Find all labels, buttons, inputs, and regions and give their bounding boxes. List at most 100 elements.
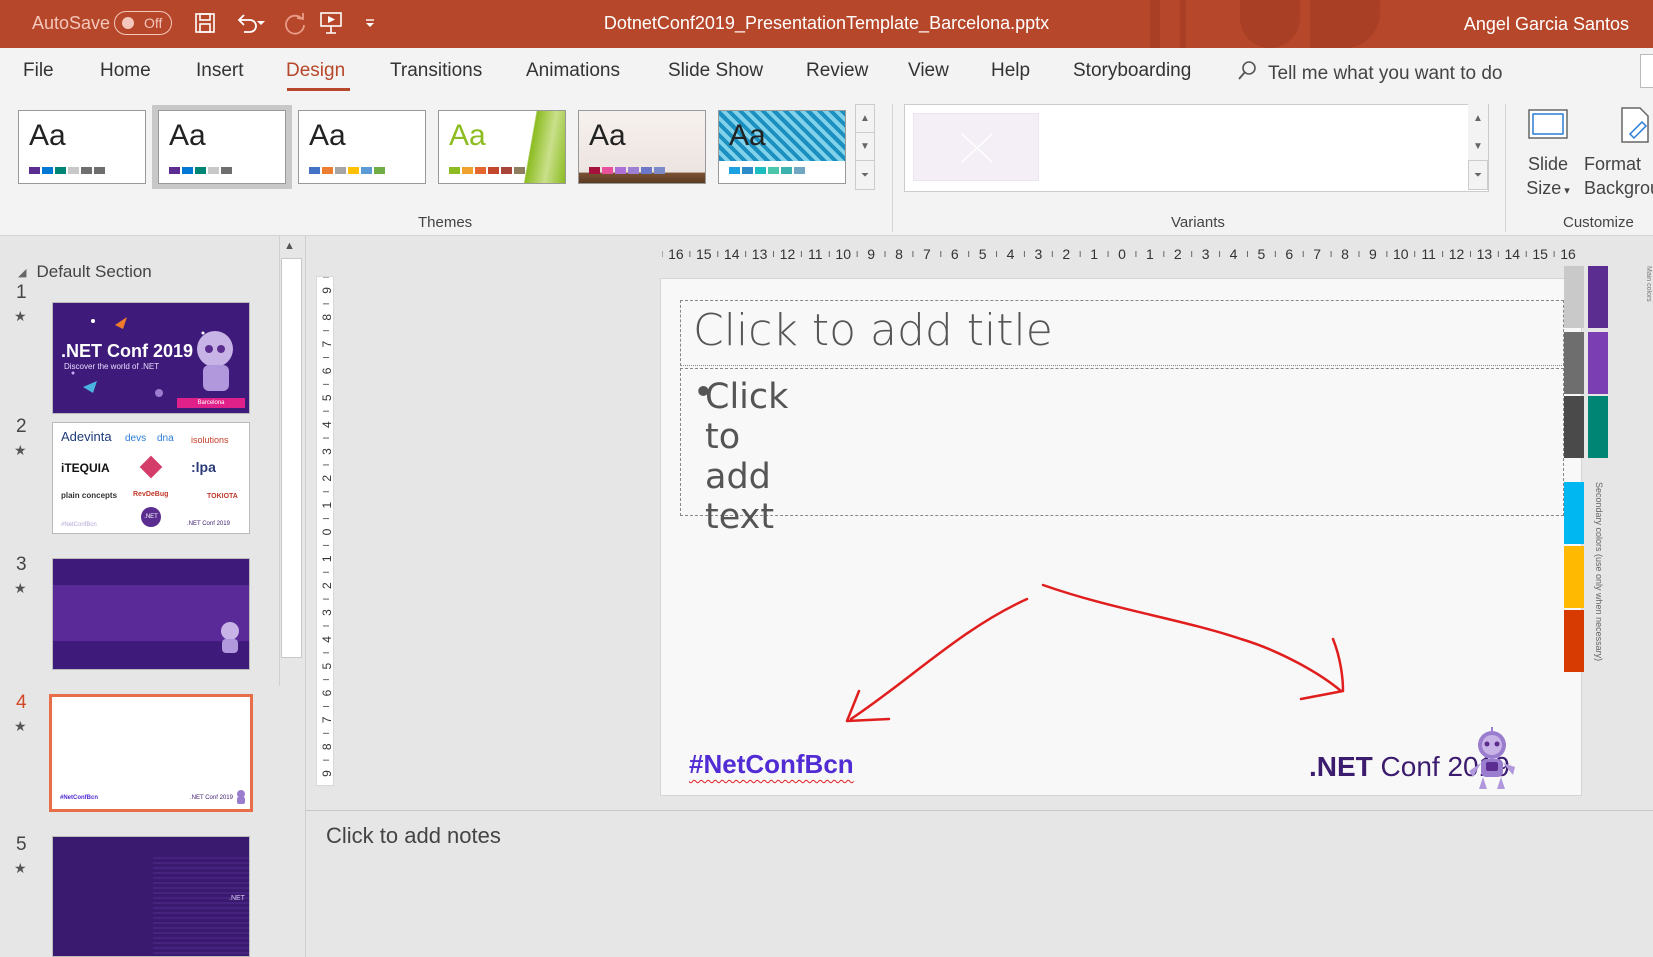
palette-swatch	[1564, 266, 1584, 328]
notes-pane[interactable]: Click to add notes	[305, 810, 1653, 957]
ruler-tick-label: 12	[780, 246, 796, 262]
palette-swatch	[1588, 266, 1608, 328]
collapse-triangle-icon: ◢	[18, 266, 27, 279]
theme-colors	[449, 167, 525, 174]
tab-view[interactable]: View	[908, 60, 949, 82]
slide-number: 2	[16, 416, 27, 437]
theme-sample-text: Aa	[449, 119, 486, 152]
slide-thumbnail-4[interactable]: #NetConfBcn .NET Conf 2019	[50, 695, 252, 811]
active-tab-indicator	[287, 88, 350, 91]
ruler-tick-label: 3	[1202, 246, 1210, 262]
themes-more-button[interactable]: ⏷	[855, 160, 875, 190]
animation-star-icon: ★	[14, 442, 27, 458]
logo-lpa: :lpa	[191, 459, 216, 475]
ruler-tick-label: 8	[320, 743, 334, 750]
slide-size-label-1: Slide	[1527, 154, 1569, 174]
ribbon-tabs: File Home Insert Design Transitions Anim…	[0, 48, 1653, 100]
tell-me-search[interactable]: Tell me what you want to do	[1236, 60, 1502, 88]
current-slide[interactable]: Click to add title • Click to add text #…	[660, 278, 1582, 796]
thumb-badge: Barcelona	[177, 398, 245, 408]
ruler-tick-label: 7	[320, 716, 334, 723]
tab-animations[interactable]: Animations	[526, 60, 620, 82]
tab-storyboarding[interactable]: Storyboarding	[1073, 60, 1191, 82]
user-name[interactable]: Angel Garcia Santos	[1464, 14, 1629, 35]
theme-tile-1[interactable]: Aa	[18, 110, 146, 184]
vertical-ruler: 9 8 7 6 5 4 3 2 1 0 1 2 3 4 5 6 7 8 9	[316, 276, 334, 786]
slide-thumbnail-2[interactable]: Adevinta devs dna isolutions iTEQUIA :lp…	[52, 422, 250, 534]
group-separator	[1505, 104, 1506, 232]
theme-colors	[729, 167, 805, 174]
ruler-tick-label: 1	[320, 555, 334, 562]
themes-scroll-down[interactable]: ▼	[855, 132, 875, 161]
section-header[interactable]: ◢ Default Section	[18, 262, 152, 282]
tab-help[interactable]: Help	[991, 60, 1030, 82]
ruler-tick-label: 5	[320, 394, 334, 401]
tab-home[interactable]: Home	[100, 60, 151, 82]
slide-thumbnail-5[interactable]: .NET	[52, 836, 250, 957]
ruler-tick-label: 4	[320, 421, 334, 428]
thumbnail-scrollbar[interactable]: ▲	[279, 236, 303, 686]
ruler-tick-label: 13	[1477, 246, 1493, 262]
tab-design[interactable]: Design	[286, 60, 345, 82]
tab-file[interactable]: File	[23, 60, 54, 82]
ruler-tick-label: 7	[320, 340, 334, 347]
tab-transitions[interactable]: Transitions	[390, 60, 482, 82]
themes-scroll-up[interactable]: ▲	[855, 104, 875, 133]
ruler-tick-label: 12	[1449, 246, 1465, 262]
tab-slide-show[interactable]: Slide Show	[668, 60, 763, 82]
ruler-tick-label: 2	[1062, 246, 1070, 262]
ruler-tick-label: 1	[1146, 246, 1154, 262]
theme-tile-2-selected[interactable]: Aa	[158, 110, 286, 184]
variants-gallery[interactable]	[904, 104, 1489, 192]
ruler-tick-label: 5	[1257, 246, 1265, 262]
color-guide-panel: Main colors Secondary colors (use only w…	[1564, 236, 1653, 810]
ruler-tick-label: 9	[320, 287, 334, 294]
ruler-tick-label: 13	[752, 246, 768, 262]
slide-thumbnail-3[interactable]	[52, 558, 250, 670]
variants-more-button[interactable]: ⏷	[1468, 160, 1488, 190]
logo-isolutions: isolutions	[191, 435, 229, 445]
ruler-tick-label: 11	[1421, 246, 1436, 262]
ruler-tick-label: 5	[320, 663, 334, 670]
format-background-label-2: Background	[1584, 178, 1653, 198]
tab-review[interactable]: Review	[806, 60, 868, 82]
variants-scroll-down[interactable]: ▼	[1468, 132, 1488, 161]
vertical-ruler-scale: 9 8 7 6 5 4 3 2 1 0 1 2 3 4 5 6 7 8 9	[320, 277, 334, 777]
theme-colors	[589, 167, 665, 174]
horizontal-ruler: 16 15 14 13 12 11 10 9 8 7 6 5 4 3 2 1 0 1 2 3 4 5 6 7 8 9 10 11 12 1…	[661, 243, 1582, 263]
comments-button-edge[interactable]	[1640, 54, 1653, 88]
variant-thumbnail[interactable]	[913, 113, 1039, 181]
logo-devs: devs	[125, 433, 147, 444]
logo-plain-concepts: plain concepts	[61, 491, 118, 500]
title-bar: AutoSave Off DotnetConf2019_Presentation…	[0, 0, 1653, 48]
format-background-button[interactable]: Format Background	[1584, 104, 1653, 200]
theme-tile-3[interactable]: Aa	[298, 110, 426, 184]
variants-scroll-up[interactable]: ▲	[1468, 104, 1488, 133]
slide-size-button[interactable]: Slide Size ▾	[1522, 104, 1574, 203]
scroll-up-arrow-icon[interactable]: ▲	[284, 240, 295, 252]
ruler-tick-label: 5	[979, 246, 987, 262]
customize-group-label: Customize	[1563, 214, 1634, 231]
slide-thumbnail-1[interactable]: .NET Conf 2019 Discover the world of .NE…	[52, 302, 250, 414]
slide-size-label-2: Size	[1526, 178, 1562, 198]
logo-dotnet: .NET	[141, 507, 161, 527]
ruler-tick-label: 10	[835, 246, 851, 262]
ribbon-design: Aa Aa Aa Aa Aa Aa ▲ ▼ ⏷ Themes ▲ ▼ ⏷ Var…	[0, 100, 1653, 236]
scrollbar-thumb[interactable]	[281, 258, 302, 658]
palette-swatch	[1564, 332, 1584, 394]
theme-tile-5[interactable]: Aa	[578, 110, 706, 184]
ruler-tick-label: 9	[320, 770, 334, 777]
theme-colors	[309, 167, 385, 174]
theme-tile-6[interactable]: Aa	[718, 110, 846, 184]
theme-tile-4[interactable]: Aa	[438, 110, 566, 184]
ruler-tick-label: 15	[1532, 246, 1548, 262]
theme-sample-text: Aa	[309, 119, 346, 152]
ruler-tick-label: 4	[1230, 246, 1238, 262]
thumb-subtitle: Discover the world of .NET	[64, 362, 160, 371]
ruler-tick-label: 6	[951, 246, 959, 262]
theme-sample-text: Aa	[729, 119, 766, 152]
ruler-tick-label: 11	[808, 246, 823, 262]
theme-colors	[169, 167, 232, 174]
tab-insert[interactable]: Insert	[196, 60, 244, 82]
format-background-icon	[1614, 104, 1653, 152]
